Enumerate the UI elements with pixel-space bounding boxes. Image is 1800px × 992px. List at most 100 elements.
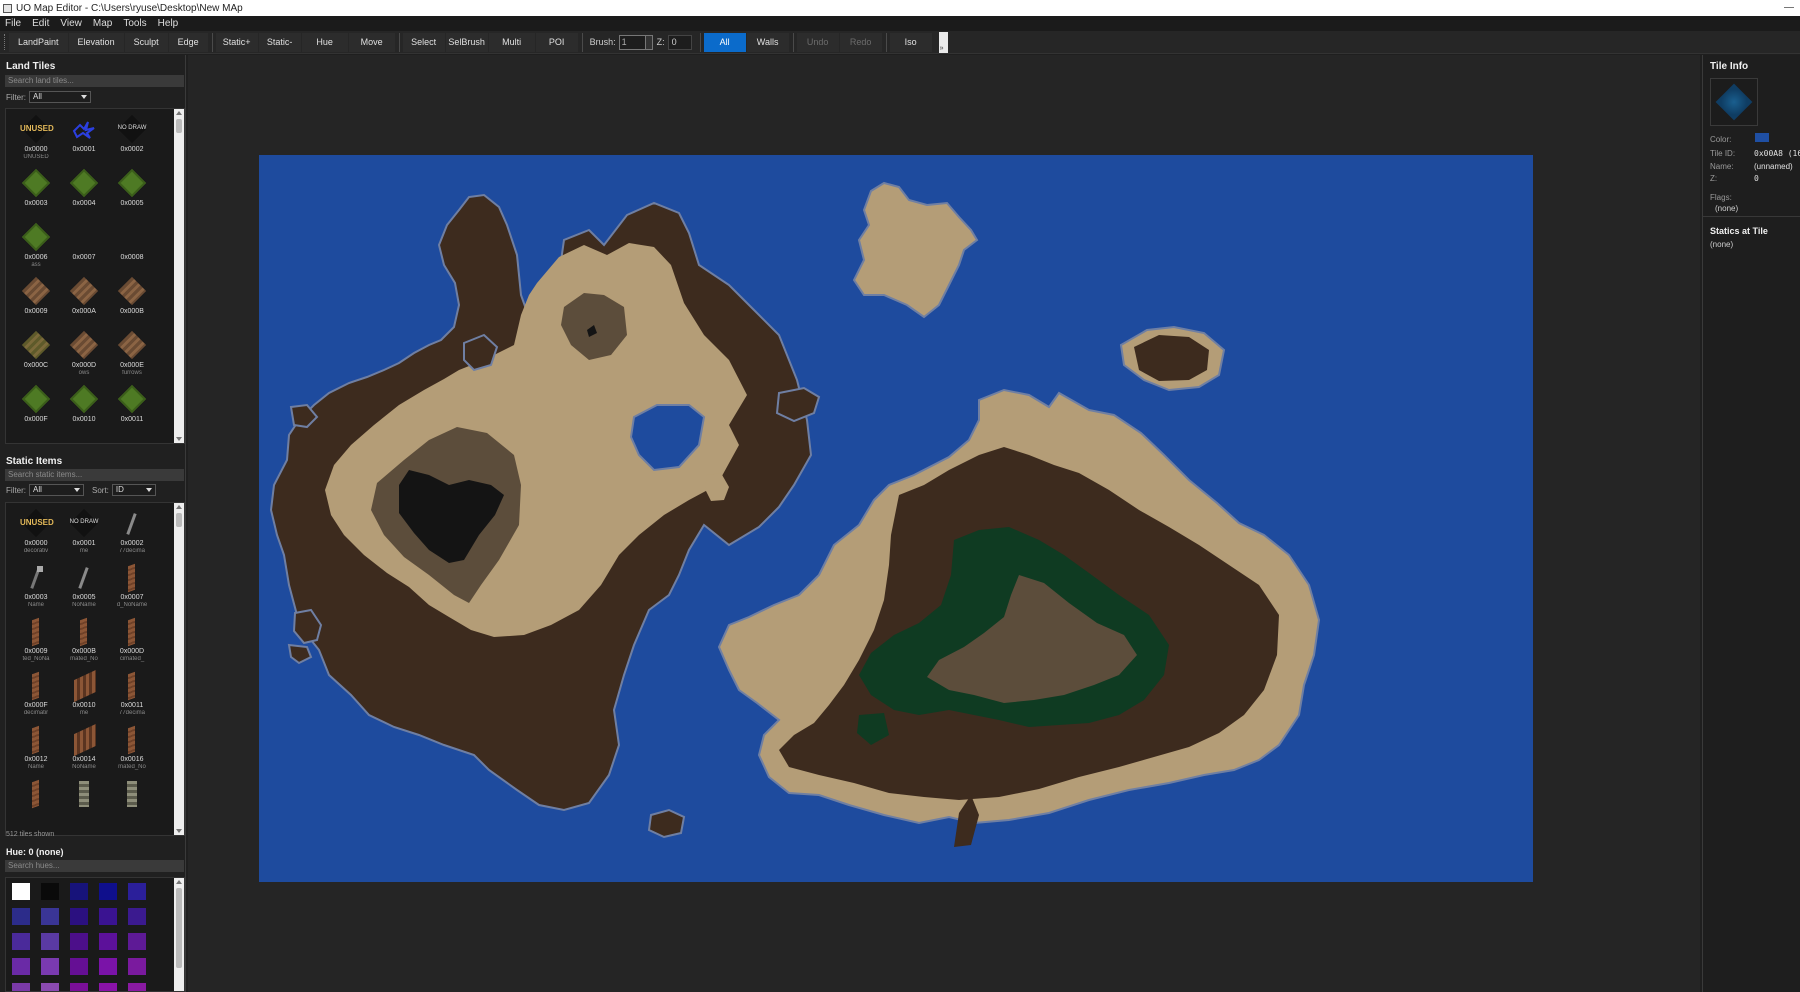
menu-view[interactable]: View xyxy=(60,18,82,29)
static-tile[interactable]: UNUSED 0x0000 decorativ xyxy=(12,507,60,559)
static-tile[interactable]: 0x000B mated_No xyxy=(60,615,108,667)
static-tile[interactable]: 0x0014 NoName xyxy=(60,723,108,775)
hue-swatch[interactable] xyxy=(11,982,31,991)
poi-button[interactable]: POI xyxy=(535,32,578,52)
move-button[interactable]: Move xyxy=(348,32,395,52)
static-tile[interactable]: 0x000D cimated_ xyxy=(108,615,156,667)
static-tile[interactable]: 0x0003 Name xyxy=(12,561,60,613)
scroll-up-icon[interactable] xyxy=(176,505,182,509)
toolbar-grip[interactable] xyxy=(4,34,6,50)
land-tile[interactable]: 0x0006 ass xyxy=(12,221,60,273)
land-tile[interactable]: 0x000E furrows xyxy=(108,329,156,381)
hue-swatch[interactable] xyxy=(98,982,118,991)
hue-swatch[interactable] xyxy=(40,907,60,926)
redo-button[interactable]: Redo xyxy=(839,32,882,52)
land-tile[interactable]: NO DRAW 0x0002 xyxy=(108,113,156,165)
hue-grid[interactable] xyxy=(5,877,185,992)
hue-swatch[interactable] xyxy=(69,907,89,926)
hue-search-input[interactable]: Search hues... xyxy=(5,860,184,872)
static-add-button[interactable]: Static+ xyxy=(215,32,258,52)
hue-swatch[interactable] xyxy=(40,882,60,901)
menu-file[interactable]: File xyxy=(5,18,21,29)
toolbar-extension-button[interactable]: » xyxy=(938,31,948,53)
edge-button[interactable]: Edge xyxy=(168,32,208,52)
multi-button[interactable]: Multi xyxy=(488,32,535,52)
static-tile[interactable]: 0x0005 NoName xyxy=(60,561,108,613)
static-tile[interactable]: 0x0010 me xyxy=(60,669,108,721)
hue-swatch[interactable] xyxy=(11,957,31,976)
static-items-grid[interactable]: 0x0016 mated_No 0x0014 NoName 0x0012 Name 0x00… xyxy=(5,502,185,836)
scroll-thumb[interactable] xyxy=(176,119,182,133)
scroll-up-icon[interactable] xyxy=(176,880,182,884)
hue-swatch[interactable] xyxy=(40,957,60,976)
land-tiles-search-input[interactable]: Search land tiles... xyxy=(5,75,184,87)
hue-swatch[interactable] xyxy=(69,932,89,951)
hue-button[interactable]: Hue xyxy=(301,32,348,52)
land-tile[interactable]: 0x0001 xyxy=(60,113,108,165)
land-tile[interactable]: 0x0004 xyxy=(60,167,108,219)
hue-swatch[interactable] xyxy=(40,982,60,991)
scroll-up-icon[interactable] xyxy=(176,111,182,115)
static-items-sort-dropdown[interactable]: ID xyxy=(111,484,156,496)
hue-swatch[interactable] xyxy=(11,882,31,901)
land-tile[interactable]: 0x0010 xyxy=(60,383,108,435)
landpaint-button[interactable]: LandPaint xyxy=(9,32,68,52)
scroll-down-icon[interactable] xyxy=(176,437,182,441)
land-tile[interactable]: 0x0011 xyxy=(108,383,156,435)
menu-map[interactable]: Map xyxy=(93,18,112,29)
land-tile[interactable]: 0x000F xyxy=(12,383,60,435)
static-tile[interactable]: 0x0011 77decima xyxy=(108,669,156,721)
selbrush-button[interactable]: SelBrush xyxy=(445,32,488,52)
scroll-down-icon[interactable] xyxy=(176,829,182,833)
minimize-button[interactable] xyxy=(1754,0,1794,16)
static-items-filter-dropdown[interactable]: All xyxy=(29,484,84,496)
sculpt-button[interactable]: Sculpt xyxy=(124,32,168,52)
scroll-thumb[interactable] xyxy=(176,513,182,527)
hue-swatch[interactable] xyxy=(98,957,118,976)
spin-arrows-icon[interactable] xyxy=(644,35,652,49)
static-items-search-input[interactable]: Search static items... xyxy=(5,469,184,481)
hue-swatch[interactable] xyxy=(127,932,147,951)
static-remove-button[interactable]: Static- xyxy=(258,32,301,52)
hue-swatch[interactable] xyxy=(98,907,118,926)
hue-swatch[interactable] xyxy=(127,957,147,976)
static-items-scrollbar[interactable] xyxy=(174,503,184,835)
menu-edit[interactable]: Edit xyxy=(32,18,49,29)
select-button[interactable]: Select xyxy=(402,32,445,52)
static-tile[interactable]: 0x0002 77decima xyxy=(108,507,156,559)
hue-swatch[interactable] xyxy=(69,957,89,976)
hue-swatch[interactable] xyxy=(127,982,147,991)
z-input[interactable]: 0 xyxy=(667,34,692,50)
static-tile[interactable]: NO DRAW 0x0001 me xyxy=(60,507,108,559)
land-tile[interactable]: 0x000D ows xyxy=(60,329,108,381)
hue-swatch[interactable] xyxy=(11,932,31,951)
all-filter-button[interactable]: All xyxy=(703,32,746,52)
scroll-thumb[interactable] xyxy=(176,888,182,968)
menu-help[interactable]: Help xyxy=(158,18,179,29)
menu-tools[interactable]: Tools xyxy=(123,18,146,29)
static-tile[interactable]: 0x0007 d_NoName xyxy=(108,561,156,613)
land-tile[interactable]: 0x0008 xyxy=(108,221,156,273)
land-tiles-scrollbar[interactable] xyxy=(174,109,184,443)
brush-size-spinbox[interactable]: 1 xyxy=(618,34,653,50)
hue-swatch[interactable] xyxy=(98,882,118,901)
land-tile[interactable]: 0x000A xyxy=(60,275,108,327)
land-tile[interactable]: 0x000C xyxy=(12,329,60,381)
iso-view-button[interactable]: Iso xyxy=(889,32,932,52)
land-tile[interactable]: UNUSED 0x0000 UNUSED xyxy=(12,113,60,165)
static-tile[interactable]: 0x0009 ted_NoNa xyxy=(12,615,60,667)
land-tile[interactable]: 0x0009 xyxy=(12,275,60,327)
land-tile[interactable]: 0x0007 xyxy=(60,221,108,273)
hue-swatch[interactable] xyxy=(11,907,31,926)
undo-button[interactable]: Undo xyxy=(796,32,839,52)
static-tile[interactable]: 0x0016 mated_No xyxy=(108,723,156,775)
elevation-button[interactable]: Elevation xyxy=(68,32,124,52)
static-tile[interactable]: 0x000F decimatir xyxy=(12,669,60,721)
map-view[interactable] xyxy=(259,155,1533,882)
static-tile[interactable] xyxy=(60,777,108,829)
land-tile[interactable]: 0x0003 xyxy=(12,167,60,219)
land-tiles-filter-dropdown[interactable]: All xyxy=(29,91,91,103)
hue-swatch[interactable] xyxy=(127,882,147,901)
static-tile[interactable] xyxy=(108,777,156,829)
walls-filter-button[interactable]: Walls xyxy=(746,32,789,52)
